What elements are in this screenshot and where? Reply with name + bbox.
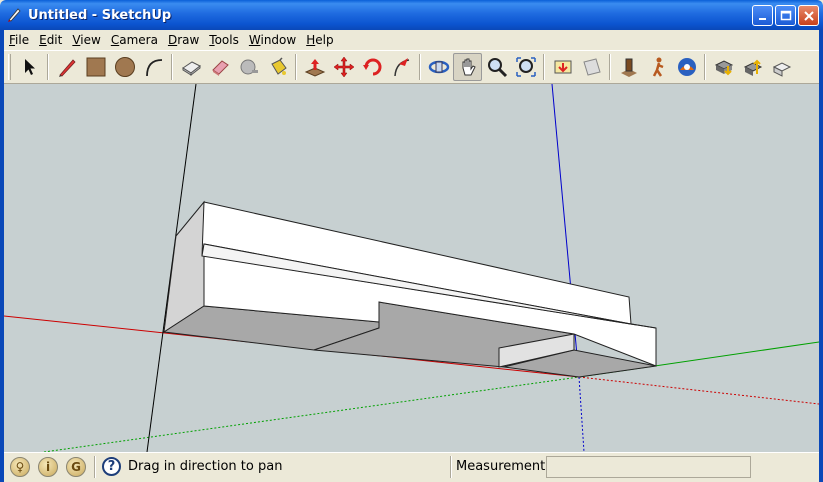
arc-tool[interactable] xyxy=(139,53,168,81)
get-models-tool[interactable] xyxy=(709,53,738,81)
toolbar-separator xyxy=(419,54,421,80)
pan-icon xyxy=(462,58,476,76)
tape-measure-icon xyxy=(240,59,258,75)
menu-file[interactable]: File xyxy=(4,33,34,47)
look-around-icon xyxy=(677,58,696,76)
tape-measure-tool[interactable] xyxy=(234,53,263,81)
push-pull-tool[interactable] xyxy=(300,53,329,81)
rotate-tool[interactable] xyxy=(358,53,387,81)
maximize-icon xyxy=(780,10,791,20)
share-component-tool[interactable] xyxy=(767,53,796,81)
move-tool[interactable] xyxy=(329,53,358,81)
status-bar: ♀ i G ? Drag in direction to pan Measure… xyxy=(4,452,819,480)
red-axis-dashed xyxy=(578,376,819,405)
sketchup-app-icon xyxy=(6,7,22,23)
eraser-tool[interactable] xyxy=(205,53,234,81)
maximize-button[interactable] xyxy=(775,5,796,26)
move-icon xyxy=(333,56,354,78)
menu-window[interactable]: Window xyxy=(244,33,301,47)
walk-icon xyxy=(652,57,663,77)
toolbar-separator xyxy=(295,54,297,80)
menu-edit[interactable]: Edit xyxy=(34,33,67,47)
measurements-label: Measurements xyxy=(456,459,553,474)
geo-location-icon[interactable]: ♀ xyxy=(10,456,30,477)
previous-view-icon xyxy=(554,60,571,74)
next-view-icon xyxy=(582,58,601,76)
eraser-icon xyxy=(211,60,229,76)
window-title: Untitled - SketchUp xyxy=(28,7,172,23)
modeling-viewport[interactable] xyxy=(4,84,819,452)
toolbar-grip[interactable] xyxy=(8,54,11,80)
rectangle-tool[interactable] xyxy=(81,53,110,81)
look-around-tool[interactable] xyxy=(672,53,701,81)
status-separator xyxy=(450,455,452,478)
pencil-tool[interactable] xyxy=(52,53,81,81)
blue-axis-dashed xyxy=(578,376,585,452)
orbit-tool[interactable] xyxy=(424,53,453,81)
menu-draw[interactable]: Draw xyxy=(163,33,204,47)
orbit-icon xyxy=(428,60,449,74)
select-icon xyxy=(24,59,35,75)
position-camera-icon xyxy=(620,58,637,77)
menu-camera[interactable]: Camera xyxy=(106,33,163,47)
follow-me-tool[interactable] xyxy=(387,53,416,81)
measurements-input[interactable] xyxy=(546,455,751,478)
toolbar-separator xyxy=(609,54,611,80)
circle-icon xyxy=(114,57,135,77)
paint-bucket-icon xyxy=(270,57,287,75)
walk-tool[interactable] xyxy=(643,53,672,81)
toolbar-separator xyxy=(704,54,706,80)
toolbar-separator xyxy=(47,54,49,80)
get-models-icon xyxy=(714,60,733,76)
rectangle-icon xyxy=(86,57,105,77)
follow-me-icon xyxy=(393,58,409,77)
menu-view[interactable]: View xyxy=(67,33,105,47)
select-tool[interactable] xyxy=(15,53,44,81)
menu-help[interactable]: Help xyxy=(301,33,338,47)
green-axis-dashed xyxy=(43,376,580,452)
menu-bar: File Edit View Camera Draw Tools Window … xyxy=(4,30,819,50)
toolbar-separator xyxy=(543,54,545,80)
zoom-icon xyxy=(487,58,507,78)
pencil-icon xyxy=(58,59,76,77)
status-hint: Drag in direction to pan xyxy=(128,459,283,474)
position-camera-tool[interactable] xyxy=(614,53,643,81)
user-icon[interactable]: G xyxy=(66,456,86,477)
main-toolbar xyxy=(4,50,819,84)
minimize-icon xyxy=(758,17,766,20)
menu-tools[interactable]: Tools xyxy=(204,33,244,47)
zoom-extents-icon xyxy=(515,57,536,77)
instructor-help-icon[interactable]: ? xyxy=(102,457,121,476)
status-separator xyxy=(94,455,96,478)
scene-canvas[interactable] xyxy=(4,84,819,452)
share-component-icon xyxy=(772,62,791,77)
credits-icon[interactable]: i xyxy=(38,456,58,477)
title-bar[interactable]: Untitled - SketchUp xyxy=(0,0,823,30)
push-pull-icon xyxy=(304,59,325,77)
next-view-tool[interactable] xyxy=(577,53,606,81)
minimize-button[interactable] xyxy=(752,5,773,26)
make-component-icon xyxy=(181,61,201,77)
share-model-icon xyxy=(743,59,762,76)
zoom-extents-tool[interactable] xyxy=(511,53,540,81)
close-icon xyxy=(803,10,814,21)
paint-bucket-tool[interactable] xyxy=(263,53,292,81)
circle-tool[interactable] xyxy=(110,53,139,81)
toolbar-separator xyxy=(171,54,173,80)
arc-icon xyxy=(145,59,162,77)
close-button[interactable] xyxy=(798,5,819,26)
pan-tool[interactable] xyxy=(453,53,482,81)
rotate-icon xyxy=(362,58,381,76)
zoom-tool[interactable] xyxy=(482,53,511,81)
share-model-tool[interactable] xyxy=(738,53,767,81)
window-border-right xyxy=(819,30,823,482)
make-component-tool[interactable] xyxy=(176,53,205,81)
previous-view-tool[interactable] xyxy=(548,53,577,81)
